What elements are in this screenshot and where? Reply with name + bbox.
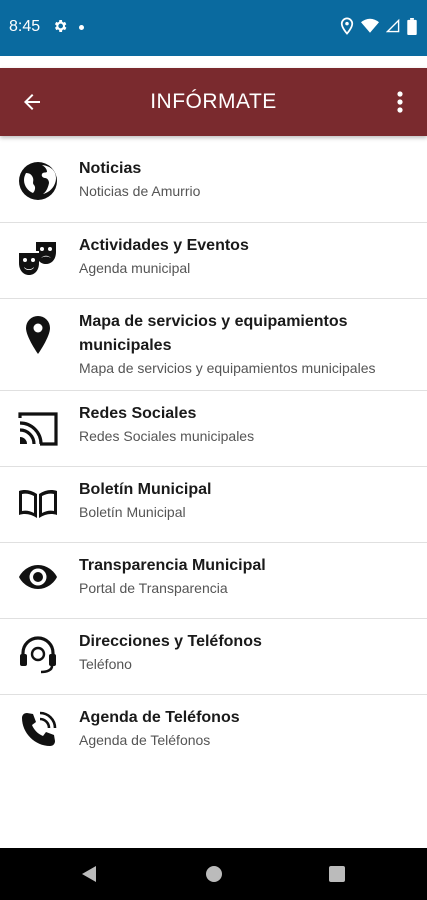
item-title: Boletín Municipal — [79, 481, 212, 498]
map-pin-icon — [26, 316, 50, 354]
item-subtitle: Portal de Transparencia — [79, 580, 228, 596]
back-triangle-icon[interactable] — [81, 865, 97, 883]
wifi-icon — [361, 18, 379, 33]
item-title: Agenda de Teléfonos — [79, 709, 240, 726]
recents-square-icon[interactable] — [329, 866, 345, 882]
headset-icon — [20, 636, 56, 674]
book-icon — [19, 490, 57, 518]
more-vert-icon[interactable] — [395, 90, 405, 114]
item-subtitle: Teléfono — [79, 656, 132, 672]
item-title: Redes Sociales — [79, 405, 197, 422]
system-nav-bar — [0, 848, 427, 900]
status-bar: 8:45 — [0, 0, 427, 56]
menu-list: Noticias Noticias de Amurrio Actividades… — [0, 146, 427, 771]
app-bar: INFÓRMATE — [0, 68, 427, 136]
item-subtitle: Boletín Municipal — [79, 504, 186, 520]
battery-icon — [407, 17, 417, 35]
signal-icon — [386, 18, 400, 33]
item-title: Noticias — [79, 160, 142, 177]
globe-icon — [19, 162, 57, 200]
notification-dot-icon — [79, 25, 84, 30]
item-title: Transparencia Municipal — [79, 557, 266, 574]
item-subtitle: Agenda municipal — [79, 260, 191, 276]
list-item-direcciones[interactable]: Direcciones y Teléfonos Teléfono — [0, 619, 427, 695]
cast-icon — [18, 412, 58, 446]
status-time: 8:45 — [9, 18, 41, 35]
location-icon — [340, 17, 354, 35]
list-item-agenda-telefonos[interactable]: Agenda de Teléfonos Agenda de Teléfonos — [0, 695, 427, 771]
item-title: Mapa de servicios y equipamientos munici… — [79, 313, 348, 354]
list-item-boletin[interactable]: Boletín Municipal Boletín Municipal — [0, 467, 427, 543]
list-item-noticias[interactable]: Noticias Noticias de Amurrio — [0, 146, 427, 223]
phone-call-icon — [22, 711, 57, 746]
list-item-mapa[interactable]: Mapa de servicios y equipamientos munici… — [0, 299, 427, 391]
theater-masks-icon — [19, 242, 56, 275]
item-subtitle: Mapa de servicios y equipamientos munici… — [79, 360, 376, 376]
item-title: Direcciones y Teléfonos — [79, 633, 262, 650]
gear-icon — [54, 20, 67, 32]
list-item-actividades[interactable]: Actividades y Eventos Agenda municipal — [0, 223, 427, 299]
eye-icon — [19, 565, 57, 589]
item-subtitle: Agenda de Teléfonos — [79, 732, 211, 748]
page-title: INFÓRMATE — [150, 90, 277, 113]
status-icons — [340, 17, 417, 35]
list-item-redes[interactable]: Redes Sociales Redes Sociales municipale… — [0, 391, 427, 467]
item-subtitle: Redes Sociales municipales — [79, 428, 255, 444]
home-circle-icon[interactable] — [205, 865, 223, 883]
item-title: Actividades y Eventos — [79, 237, 249, 254]
item-subtitle: Noticias de Amurrio — [79, 183, 201, 199]
list-item-transparencia[interactable]: Transparencia Municipal Portal de Transp… — [0, 543, 427, 619]
